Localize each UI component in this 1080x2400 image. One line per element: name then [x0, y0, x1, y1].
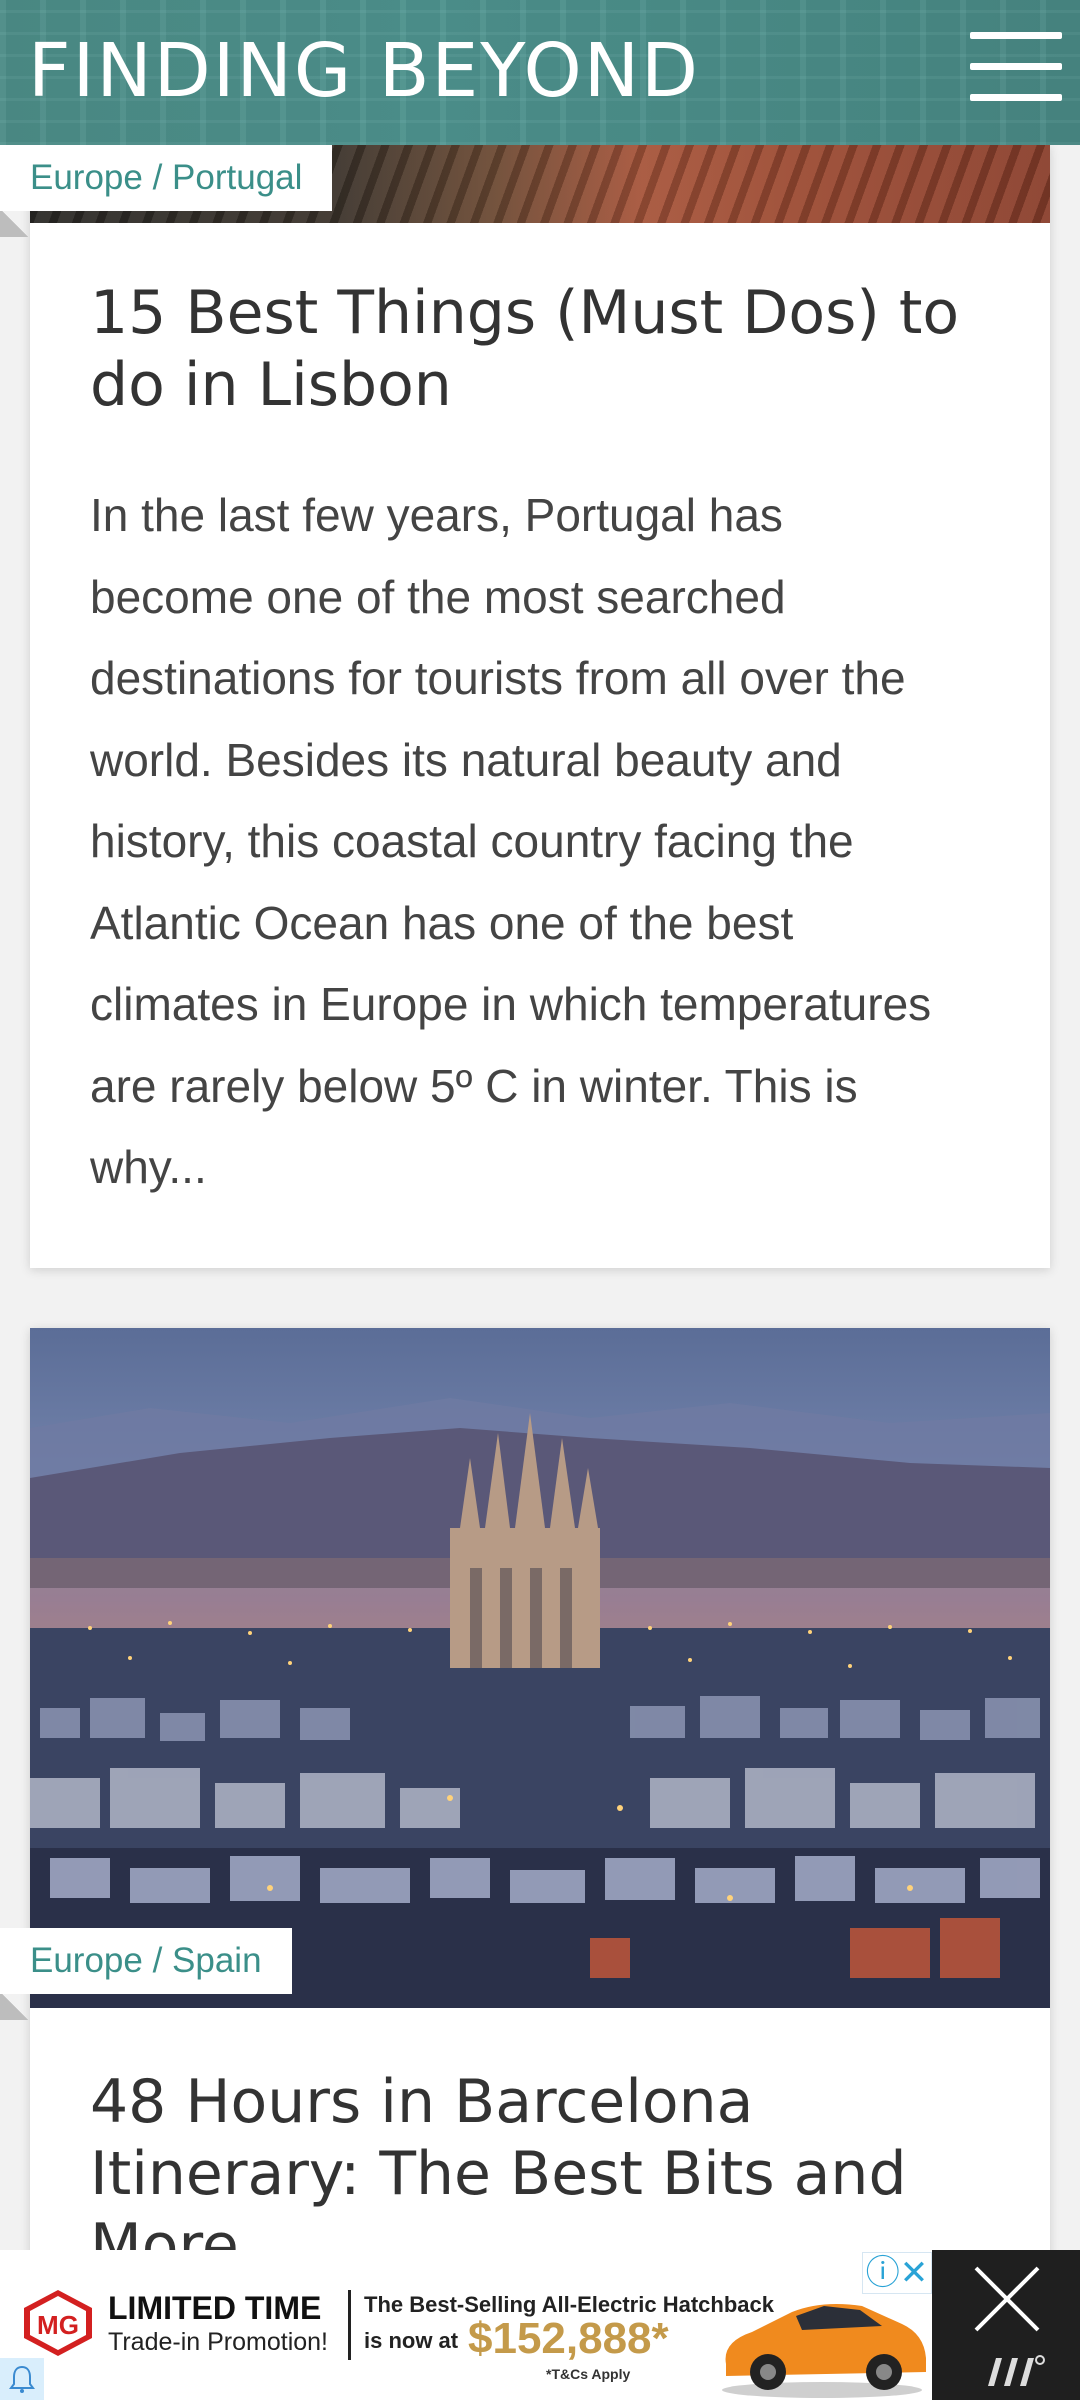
notification-bell-icon[interactable]	[0, 2358, 44, 2400]
site-header: FINDING BEYOND	[0, 0, 1080, 145]
title-line: 48 Hours in Barcelona	[90, 2067, 754, 2137]
hamburger-menu-icon[interactable]	[970, 30, 1062, 104]
ad-divider	[348, 2290, 351, 2360]
adchoices-icon[interactable]: ⓘ✕	[862, 2252, 932, 2294]
bottom-ad-banner[interactable]: MG LIMITED TIME Trade-in Promotion! The …	[0, 2250, 1080, 2400]
category-label-spain[interactable]: Europe / Spain	[0, 1928, 292, 1994]
excerpt-line: climates in Europe in which temperatures	[90, 978, 932, 1030]
label-fold	[0, 1994, 30, 2020]
ad-subline: Trade-in Promotion!	[108, 2328, 328, 2356]
menu-bar	[970, 94, 1062, 101]
excerpt-line: are rarely below 5º C in winter. This is	[90, 1059, 858, 1112]
site-title[interactable]: FINDING BEYOND	[28, 28, 700, 114]
svg-text:MG: MG	[37, 2310, 79, 2340]
category-label-portugal[interactable]: Europe / Portugal	[0, 145, 333, 211]
post-image-barcelona[interactable]	[30, 1328, 1050, 2008]
menu-bar	[970, 32, 1062, 39]
excerpt-line: destinations for tourists from all over …	[90, 652, 906, 704]
label-fold	[0, 211, 30, 237]
ad-tagline-2: is now at	[364, 2328, 459, 2353]
post-card-barcelona[interactable]: 48 Hours in Barcelona Itinerary: The Bes…	[30, 1328, 1050, 2400]
excerpt-line: world. Besides its natural beauty and	[90, 733, 842, 786]
ad-price: $152,888*	[468, 2314, 669, 2363]
barcelona-skyline-illustration	[30, 1398, 1050, 2008]
title-line: Itinerary: The Best Bits and	[90, 2139, 907, 2209]
ad-close-panel[interactable]	[932, 2250, 1080, 2400]
excerpt-line: become one of the most searched	[90, 570, 786, 623]
post-excerpt: In the last few years, Portugal has beco…	[90, 475, 1030, 1209]
ad-network-logo-icon	[988, 2355, 1045, 2386]
excerpt-line: Atlantic Ocean has one of the best	[90, 896, 794, 949]
close-icon[interactable]	[972, 2264, 1042, 2334]
ad-headline: LIMITED TIME	[108, 2290, 322, 2326]
ad-content[interactable]: MG LIMITED TIME Trade-in Promotion! The …	[0, 2250, 932, 2400]
excerpt-line: why...	[90, 1141, 207, 1193]
post-card-lisbon[interactable]: 15 Best Things (Must Dos) to do in Lisbo…	[30, 145, 1050, 1268]
post-title[interactable]: 15 Best Things (Must Dos) to do in Lisbo…	[90, 277, 1010, 421]
menu-bar	[970, 63, 1062, 70]
mg-logo-icon: MG	[24, 2290, 92, 2356]
excerpt-line: In the last few years, Portugal has	[90, 489, 783, 541]
ad-terms: *T&Cs Apply	[546, 2366, 631, 2382]
excerpt-line: history, this coastal country facing the	[90, 815, 854, 867]
bell-icon	[9, 2365, 35, 2393]
